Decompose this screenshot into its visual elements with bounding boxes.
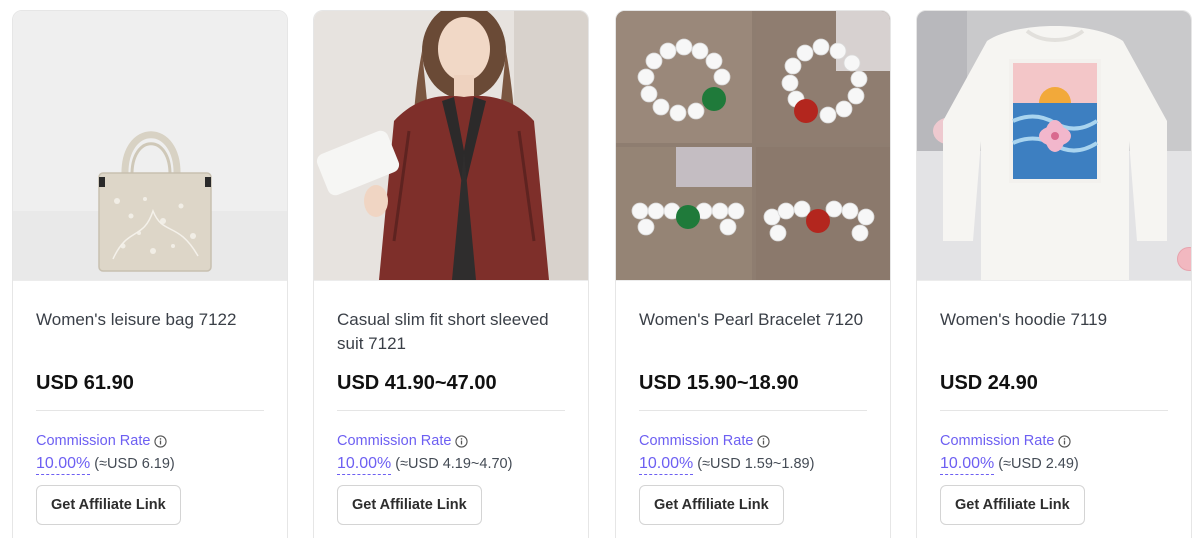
get-affiliate-link-button[interactable]: Get Affiliate Link <box>36 485 181 525</box>
commission-rate-label: Commission Rate <box>337 432 565 450</box>
commission-values: 10.00% (≈USD 6.19) <box>36 454 264 475</box>
info-icon[interactable] <box>455 434 469 448</box>
info-icon[interactable] <box>757 434 771 448</box>
product-image[interactable] <box>616 11 890 281</box>
get-affiliate-link-button[interactable]: Get Affiliate Link <box>639 485 784 525</box>
commission-rate-value[interactable]: 10.00% <box>337 454 392 475</box>
hoodie-icon <box>917 11 1191 280</box>
handbag-icon <box>13 11 287 280</box>
commission-rate-text: Commission Rate <box>36 433 151 449</box>
product-title[interactable]: Casual slim fit short sleeved suit 7121 <box>337 308 565 356</box>
product-title[interactable]: Women's hoodie 7119 <box>940 308 1168 356</box>
info-icon[interactable] <box>154 434 168 448</box>
product-grid: Women's leisure bag 7122 USD 61.90 Commi… <box>0 0 1200 538</box>
commission-values: 10.00% (≈USD 4.19~4.70) <box>337 454 565 475</box>
commission-rate-label: Commission Rate <box>940 432 1168 450</box>
commission-rate-value[interactable]: 10.00% <box>639 454 694 475</box>
product-card[interactable]: Women's Pearl Bracelet 7120 USD 15.90~18… <box>615 10 891 538</box>
commission-amount: (≈USD 1.59~1.89) <box>697 456 815 472</box>
product-image[interactable] <box>314 11 588 281</box>
product-price: USD 24.90 <box>940 370 1168 411</box>
product-card[interactable]: Women's hoodie 7119 USD 24.90 Commission… <box>916 10 1192 538</box>
commission-rate-label: Commission Rate <box>639 432 867 450</box>
product-title[interactable]: Women's Pearl Bracelet 7120 <box>639 308 867 356</box>
product-card[interactable]: Casual slim fit short sleeved suit 7121 … <box>313 10 589 538</box>
info-icon[interactable] <box>1058 434 1072 448</box>
commission-rate-value[interactable]: 10.00% <box>36 454 91 475</box>
commission-rate-label: Commission Rate <box>36 432 264 450</box>
product-image[interactable] <box>917 11 1191 281</box>
pearl-bracelet-icon <box>616 11 890 280</box>
get-affiliate-link-button[interactable]: Get Affiliate Link <box>337 485 482 525</box>
product-price: USD 15.90~18.90 <box>639 370 867 411</box>
product-title[interactable]: Women's leisure bag 7122 <box>36 308 264 356</box>
commission-amount: (≈USD 4.19~4.70) <box>395 456 513 472</box>
commission-amount: (≈USD 6.19) <box>94 456 175 472</box>
commission-rate-text: Commission Rate <box>940 433 1055 449</box>
product-card[interactable]: Women's leisure bag 7122 USD 61.90 Commi… <box>12 10 288 538</box>
commission-values: 10.00% (≈USD 2.49) <box>940 454 1168 475</box>
product-price: USD 61.90 <box>36 370 264 411</box>
commission-rate-value[interactable]: 10.00% <box>940 454 995 475</box>
commission-rate-text: Commission Rate <box>337 433 452 449</box>
blazer-model-icon <box>314 11 588 280</box>
product-image[interactable] <box>13 11 287 281</box>
commission-amount: (≈USD 2.49) <box>998 456 1079 472</box>
get-affiliate-link-button[interactable]: Get Affiliate Link <box>940 485 1085 525</box>
product-price: USD 41.90~47.00 <box>337 370 565 411</box>
commission-values: 10.00% (≈USD 1.59~1.89) <box>639 454 867 475</box>
commission-rate-text: Commission Rate <box>639 433 754 449</box>
